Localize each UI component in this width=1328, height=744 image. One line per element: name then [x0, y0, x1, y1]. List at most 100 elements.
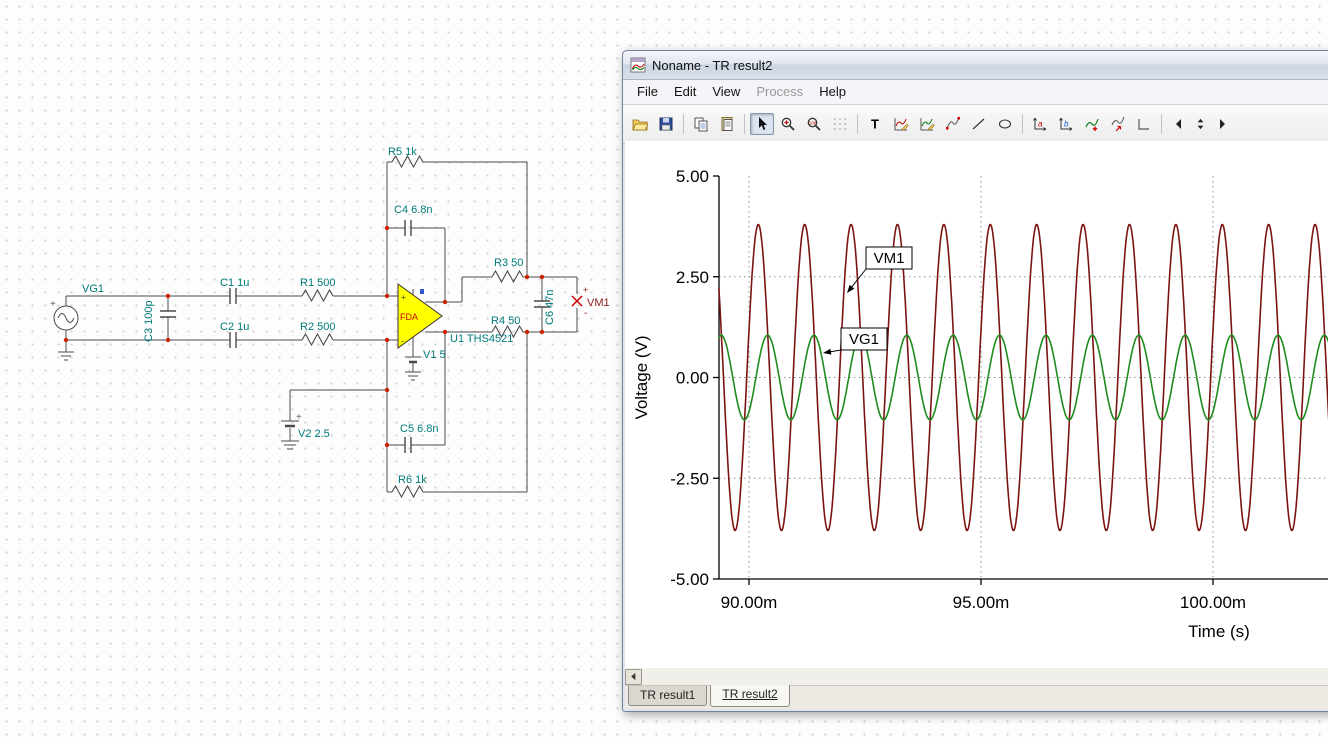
curve-style-button[interactable] — [915, 113, 939, 135]
page-spinner-icon — [1197, 118, 1204, 130]
copy-icon — [694, 117, 708, 132]
schematic-label[interactable]: R6 1k — [398, 474, 427, 486]
zoom-in-button[interactable] — [776, 113, 800, 135]
schematic-label[interactable]: C5 6.8n — [400, 423, 439, 435]
save-icon — [659, 117, 673, 131]
menu-help[interactable]: Help — [811, 80, 854, 104]
save-button[interactable] — [654, 113, 678, 135]
param-flag-icon — [420, 289, 424, 294]
schematic-label[interactable]: FDA — [400, 312, 418, 322]
tab-scroll-left-button[interactable] — [625, 668, 642, 685]
y-tick-label: 2.50 — [676, 268, 709, 287]
capacitor-C2[interactable] — [229, 332, 237, 348]
schematic-label[interactable]: C2 1u — [220, 321, 249, 333]
paste-icon — [721, 117, 733, 131]
tab-tr-result1[interactable]: TR result1 — [628, 686, 708, 706]
schematic-label[interactable]: C3 100p — [143, 300, 155, 342]
schematic-label[interactable]: V1 5 — [423, 349, 446, 361]
capacitor-C1[interactable] — [229, 288, 237, 304]
schematic-label[interactable]: V2 2.5 — [298, 428, 330, 440]
axis-b-icon: b — [1059, 117, 1073, 131]
axis-a-button[interactable]: a — [1028, 113, 1052, 135]
pointer-button[interactable] — [750, 113, 774, 135]
toolbar-separator — [857, 114, 858, 134]
capacitor-C5[interactable] — [404, 437, 412, 453]
add-curve-button[interactable] — [1080, 113, 1104, 135]
annotation-arrowhead — [847, 284, 855, 293]
copy-button[interactable] — [689, 113, 713, 135]
line-tool-button[interactable] — [967, 113, 991, 135]
capacitor-C3[interactable] — [160, 310, 176, 318]
schematic-label: + — [296, 412, 302, 423]
menu-view[interactable]: View — [704, 80, 748, 104]
schematic-label[interactable]: R2 500 — [300, 321, 335, 333]
curve-cursor-button[interactable] — [1106, 113, 1130, 135]
page-spinner-button[interactable] — [1193, 113, 1208, 135]
title-bar[interactable]: Noname - TR result2 — [623, 51, 1328, 80]
schematic-label[interactable]: VG1 — [82, 283, 104, 295]
svg-text:100: 100 — [809, 120, 817, 125]
curve-cursor-icon — [1111, 116, 1125, 132]
toolbar-separator — [1022, 114, 1023, 134]
window-title: Noname - TR result2 — [652, 57, 773, 73]
annotation-arrowhead — [823, 348, 832, 355]
schematic-label[interactable]: R3 50 — [494, 257, 523, 269]
schematic-label[interactable]: R1 500 — [300, 277, 335, 289]
tab-tr-result2[interactable]: TR result2 — [710, 685, 790, 707]
ellipse-tool-icon — [998, 119, 1012, 129]
schematic-label[interactable]: VM1 — [587, 297, 610, 309]
ellipse-tool-button[interactable] — [993, 113, 1017, 135]
tab-row: TR result1 TR result2 — [625, 685, 1328, 709]
chart-area: 5.00 2.50 0.00 -2.50 -5.00 90.00m 95.00m 100.00… — [625, 141, 1328, 668]
angle-button[interactable] — [1132, 113, 1156, 135]
window-icon — [630, 57, 646, 73]
source-VG1[interactable] — [53, 305, 79, 331]
schematic-label[interactable]: U1 THS4521 — [450, 333, 513, 345]
menu-process[interactable]: Process — [748, 80, 811, 104]
resistor-R2[interactable] — [301, 332, 334, 347]
paste-button[interactable] — [715, 113, 739, 135]
open-button[interactable] — [628, 113, 652, 135]
svg-text:b: b — [1064, 120, 1069, 129]
y-tick-label: -5.00 — [670, 570, 709, 589]
curve-edit-icon — [894, 118, 909, 131]
text-tool-button[interactable]: T — [863, 113, 887, 135]
resistor-R6[interactable] — [391, 484, 424, 499]
voltmeter-VM1[interactable] — [571, 295, 583, 307]
text-tool-icon: T — [871, 117, 879, 132]
battery-V1[interactable] — [405, 356, 421, 364]
schematic-label[interactable]: R5 1k — [388, 146, 417, 158]
x-axis-title: Time (s) — [1188, 622, 1250, 641]
y-tick-label: 5.00 — [676, 167, 709, 186]
prev-page-button[interactable] — [1167, 113, 1191, 135]
grid-button[interactable] — [828, 113, 852, 135]
resistor-R1[interactable] — [301, 288, 334, 303]
svg-text:T: T — [871, 117, 879, 132]
schematic-label[interactable]: R4 50 — [491, 315, 520, 327]
menu-file[interactable]: File — [629, 80, 666, 104]
smooth-curve-button[interactable] — [941, 113, 965, 135]
schematic-label[interactable]: C4 6.8n — [394, 204, 433, 216]
pointer-icon — [759, 117, 767, 130]
schematic-label: + — [583, 285, 588, 295]
open-icon — [632, 119, 648, 131]
curve-edit-button[interactable] — [889, 113, 913, 135]
axis-b-button[interactable]: b — [1054, 113, 1078, 135]
x-tick-label: 100.00m — [1180, 593, 1246, 612]
schematic-label: + — [50, 299, 56, 310]
schematic-label[interactable]: C6 47n — [544, 290, 556, 325]
capacitor-C4[interactable] — [404, 220, 412, 236]
schematic-label: + — [401, 293, 406, 302]
schematic-label: - — [584, 308, 587, 319]
y-tick-label: 0.00 — [676, 369, 709, 388]
resistor-R3[interactable] — [491, 269, 524, 284]
schematic-label: - — [401, 336, 404, 346]
menu-edit[interactable]: Edit — [666, 80, 704, 104]
zoom-100-button[interactable]: 100 — [802, 113, 826, 135]
next-page-button[interactable] — [1210, 113, 1234, 135]
smooth-curve-icon — [946, 117, 960, 130]
ground-symbols[interactable] — [58, 351, 421, 450]
tr-result-window: Noname - TR result2 File Edit View Proce… — [622, 50, 1328, 712]
toolbar-separator — [683, 114, 684, 134]
schematic-label[interactable]: C1 1u — [220, 277, 249, 289]
